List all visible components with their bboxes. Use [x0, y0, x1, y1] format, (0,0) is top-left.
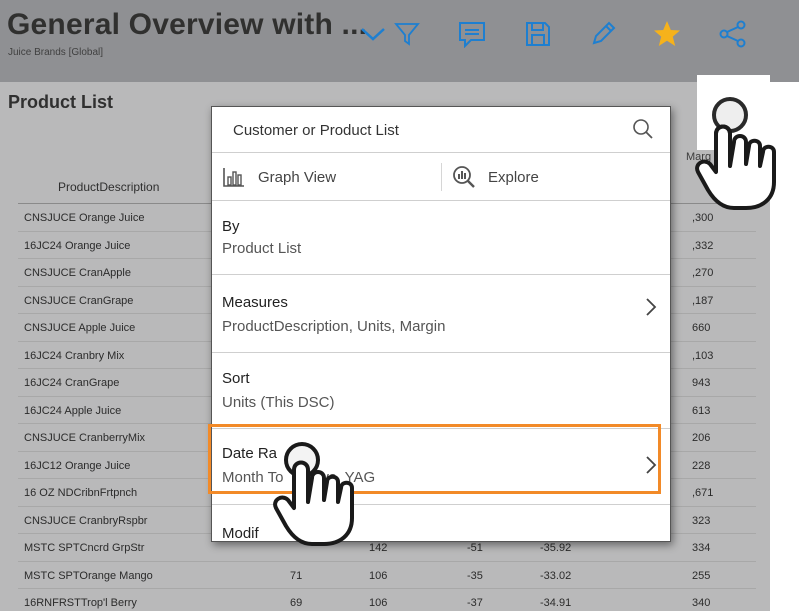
- cell-units: 71: [290, 569, 303, 582]
- cell-description: CNSJUCE Apple Juice: [24, 322, 136, 334]
- cell-description: 16JC24 Apple Juice: [24, 404, 122, 417]
- bar-chart-icon: [222, 166, 246, 188]
- edit-icon[interactable]: [586, 17, 620, 51]
- dashboard-title[interactable]: General Overview with ...: [7, 8, 367, 42]
- cell-description: CNSJUCE CranGrape: [24, 294, 134, 307]
- cell-margin: ,270: [692, 267, 714, 279]
- cell-change: -37: [467, 597, 483, 609]
- app-header: General Overview with ... Juice Brands […: [0, 0, 799, 82]
- cell-margin: 206: [692, 432, 711, 444]
- cell-margin: ,187: [692, 294, 714, 307]
- filter-icon[interactable]: [390, 17, 424, 51]
- cell-units-prior: 106: [369, 597, 388, 609]
- cell-units: 69: [290, 597, 303, 609]
- cell-percent-change: -34.91: [540, 597, 572, 609]
- cell-margin: 255: [692, 569, 711, 582]
- chevron-down-icon[interactable]: [356, 17, 390, 51]
- tab-graph-view-label: Graph View: [258, 168, 337, 186]
- popup-tabs: Graph View Explore: [212, 153, 670, 201]
- cell-change: -51: [467, 542, 483, 554]
- cell-description: CNSJUCE CranbryRspbr: [24, 514, 148, 527]
- cell-description: CNSJUCE CranApple: [24, 267, 131, 279]
- menu-item-modify-label: Modif: [222, 525, 259, 542]
- menu-item-by-value: Product List: [222, 240, 302, 257]
- menu-item-measures[interactable]: Measures ProductDescription, Units, Marg…: [212, 275, 670, 353]
- comment-icon[interactable]: [455, 17, 489, 51]
- cell-margin: 340: [692, 597, 711, 609]
- explore-icon: [452, 165, 476, 189]
- popup-title: Customer or Product List: [233, 122, 399, 139]
- chevron-right-icon: [644, 296, 658, 323]
- menu-item-sort-label: Sort: [222, 370, 250, 387]
- cell-percent-change: -33.02: [540, 569, 572, 582]
- tab-explore[interactable]: Explore: [452, 153, 539, 201]
- cell-description: 16RNFRSTTrop'l Berry: [24, 597, 137, 609]
- cell-description: 16JC24 CranGrape: [24, 377, 120, 389]
- cell-margin: ,671: [692, 487, 714, 499]
- column-header-description[interactable]: ProductDescription: [58, 180, 159, 194]
- menu-item-by-label: By: [222, 218, 240, 235]
- cell-description: 16JC12 Orange Juice: [24, 459, 131, 472]
- cell-margin: 660: [692, 322, 711, 334]
- tab-explore-label: Explore: [488, 168, 539, 186]
- cell-description: 16JC24 Orange Juice: [24, 239, 131, 252]
- cell-margin: 323: [692, 514, 711, 527]
- cell-percent-change: -35.92: [540, 542, 572, 554]
- cell-description: 16JC24 Cranbry Mix: [24, 349, 125, 362]
- table-row[interactable]: MSTC SPTOrange Mango 71 106 -35 -33.02 255: [18, 562, 756, 589]
- cell-margin: 334: [692, 542, 711, 554]
- cell-description: MSTC SPTCncrd GrpStr: [24, 542, 145, 554]
- save-icon[interactable]: [521, 17, 555, 51]
- tab-graph-view[interactable]: Graph View: [222, 153, 336, 201]
- cell-description: CNSJUCE CranberryMix: [24, 432, 146, 444]
- cell-description: CNSJUCE Orange Juice: [24, 212, 145, 224]
- hand-pointer-icon: [273, 442, 354, 546]
- menu-item-by[interactable]: By Product List: [212, 202, 670, 275]
- menu-item-sort-value: Units (This DSC): [222, 394, 335, 411]
- cell-units-prior: 106: [369, 569, 388, 582]
- cell-margin: 613: [692, 404, 711, 417]
- menu-item-measures-label: Measures: [222, 294, 288, 311]
- cell-change: -35: [467, 569, 483, 582]
- app-screen: General Overview with ... Juice Brands […: [0, 0, 799, 611]
- table-row[interactable]: 16RNFRSTTrop'l Berry 69 106 -37 -34.91 340: [18, 589, 756, 611]
- cell-margin: ,332: [692, 239, 714, 252]
- share-icon[interactable]: [716, 17, 750, 51]
- popup-header: Customer or Product List: [212, 107, 670, 153]
- tab-divider: [441, 163, 442, 191]
- star-icon[interactable]: [650, 17, 684, 51]
- cell-margin: ,103: [692, 349, 714, 362]
- cell-description: MSTC SPTOrange Mango: [24, 569, 153, 582]
- cell-description: 16 OZ NDCribnFrtpnch: [24, 487, 138, 499]
- hand-pointer-icon: [695, 124, 776, 210]
- menu-item-sort[interactable]: Sort Units (This DSC): [212, 353, 670, 429]
- cell-margin: 228: [692, 459, 711, 472]
- menu-item-measures-value: ProductDescription, Units, Margin: [222, 318, 446, 335]
- cell-margin: 943: [692, 377, 711, 389]
- search-icon[interactable]: [632, 118, 654, 145]
- section-title: Product List: [8, 92, 114, 112]
- dashboard-subtitle: Juice Brands [Global]: [8, 47, 104, 58]
